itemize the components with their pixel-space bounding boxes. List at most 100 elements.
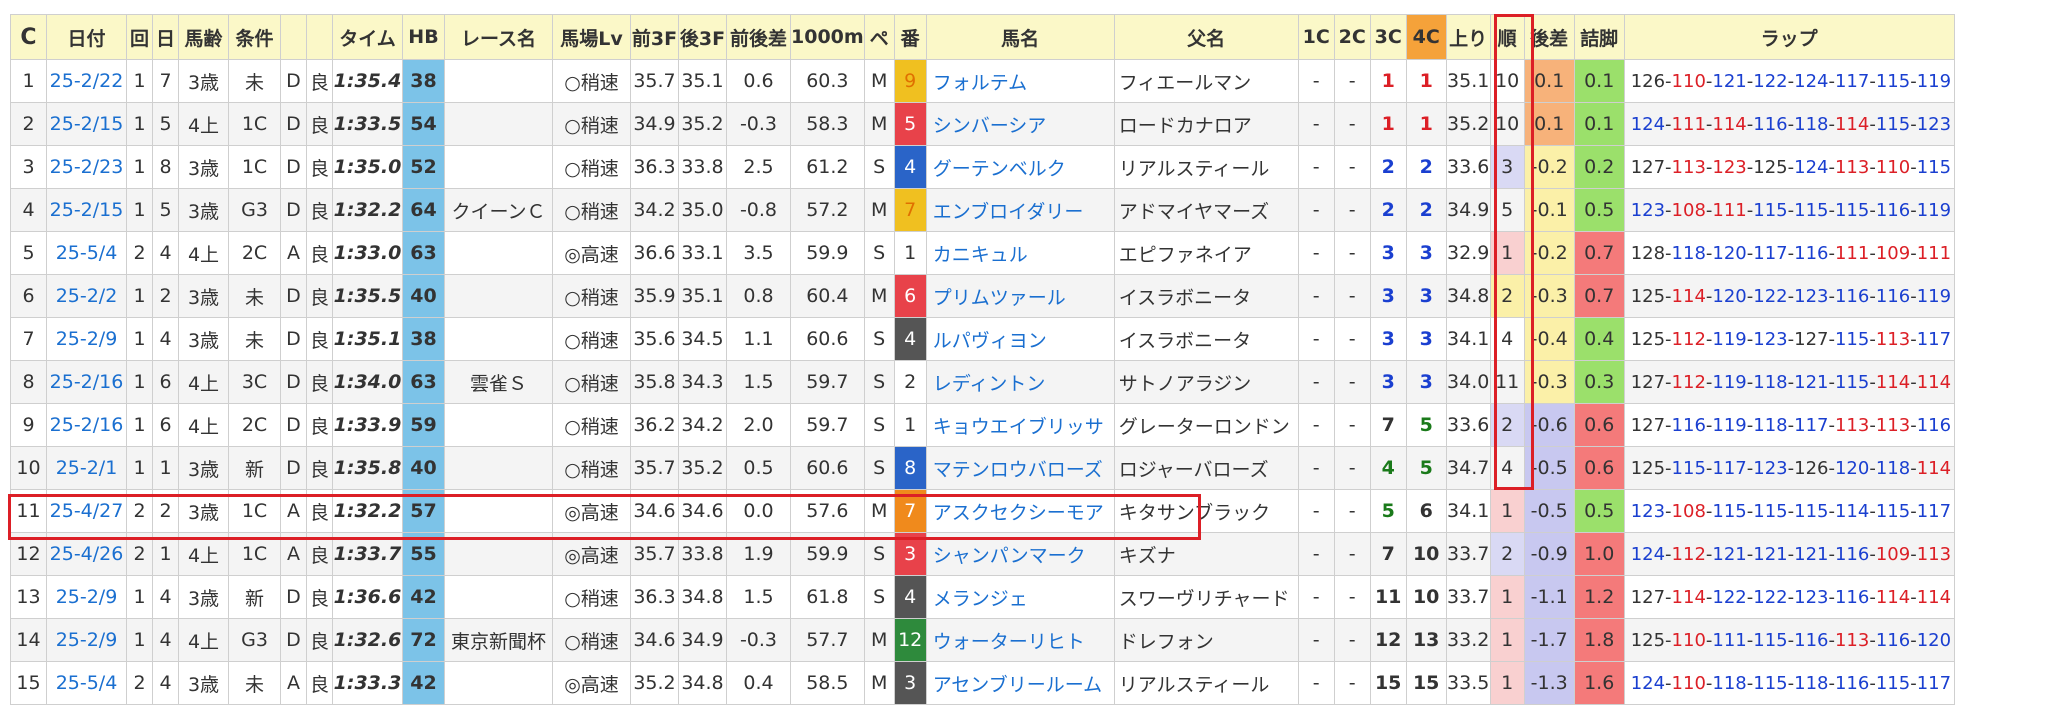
- header-margin[interactable]: 後差: [1523, 14, 1575, 60]
- header-last-3f[interactable]: 後3F: [678, 14, 727, 60]
- header-horse-name[interactable]: 馬名: [925, 14, 1115, 60]
- header-1c[interactable]: 1C: [1297, 14, 1335, 60]
- race-date-link-anchor[interactable]: 25-5/4: [56, 242, 118, 264]
- header-date[interactable]: 日付: [46, 14, 127, 60]
- header-day[interactable]: 日: [152, 14, 179, 60]
- horse-name-link-anchor[interactable]: ルパヴィヨン: [933, 330, 1047, 352]
- horse-name-link-anchor[interactable]: シャンパンマーク: [933, 545, 1086, 567]
- race-date-link-anchor[interactable]: 25-2/16: [50, 371, 124, 393]
- horse-name-link[interactable]: レディントン: [925, 360, 1115, 404]
- table-row[interactable]: 5 25-5/4 2 4 4上 2C A 良 1:33.0 63 ◎高速 36.6 33.1 3.5 59.…: [10, 231, 1955, 275]
- race-date-link[interactable]: 25-2/1: [46, 446, 127, 490]
- header-diff[interactable]: 前後差: [726, 14, 791, 60]
- horse-name-link-anchor[interactable]: レディントン: [933, 373, 1046, 395]
- horse-name-link-anchor[interactable]: カニキュル: [933, 244, 1028, 266]
- header-time[interactable]: タイム: [332, 14, 403, 60]
- horse-name-link[interactable]: マテンロウバローズ: [925, 446, 1115, 490]
- race-date-link-anchor[interactable]: 25-2/23: [50, 156, 124, 178]
- horse-name-link[interactable]: シャンパンマーク: [925, 532, 1115, 576]
- horse-name-link[interactable]: シンバーシア: [925, 102, 1115, 146]
- horse-name-link[interactable]: メランジェ: [925, 575, 1115, 619]
- race-date-link-anchor[interactable]: 25-2/15: [50, 113, 124, 135]
- race-date-link[interactable]: 25-2/22: [46, 59, 127, 103]
- table-row[interactable]: 1 25-2/22 1 7 3歳未 D 良 1:35.4 38 ○稍速 35.7 35.1 0.6 60.…: [10, 59, 1955, 103]
- table-row[interactable]: 13 25-2/9 1 4 3歳新 D 良 1:36.6 42 ○稍速 36.3 34.8 1.5 61.…: [10, 575, 1955, 619]
- race-date-link[interactable]: 25-2/23: [46, 145, 127, 189]
- race-date-link[interactable]: 25-2/16: [46, 403, 127, 447]
- horse-name-link-anchor[interactable]: プリムツァール: [933, 287, 1066, 309]
- table-row[interactable]: 10 25-2/1 1 1 3歳新 D 良 1:35.8 40 ○稍速 35.7 35.2 0.5 60.…: [10, 446, 1955, 490]
- horse-name-link-anchor[interactable]: エンブロイダリー: [933, 201, 1084, 223]
- horse-name-link[interactable]: エンブロイダリー: [925, 188, 1115, 232]
- race-date-link[interactable]: 25-2/2: [46, 274, 127, 318]
- race-date-link-anchor[interactable]: 25-2/9: [56, 629, 118, 651]
- horse-name-link[interactable]: グーテンベルク: [925, 145, 1115, 189]
- horse-name-link[interactable]: フォルテム: [925, 59, 1115, 103]
- header-hb[interactable]: HB: [402, 14, 445, 60]
- race-date-link[interactable]: 25-2/9: [46, 575, 127, 619]
- table-row[interactable]: 9 25-2/16 1 6 4上 2C D 良 1:33.9 59 ○稍速 36.2 34.2 2.0 59…: [10, 403, 1955, 447]
- table-row[interactable]: 4 25-2/15 1 5 3歳 G3 D 良 1:32.2 64 クイーンＣ ○稍速 34.2 35.0…: [10, 188, 1955, 232]
- header-4c[interactable]: 4C: [1405, 14, 1447, 60]
- header-lap[interactable]: ラップ: [1623, 14, 1955, 60]
- header-first-3f[interactable]: 前3F: [630, 14, 679, 60]
- table-row[interactable]: 6 25-2/2 1 2 3歳未 D 良 1:35.5 40 ○稍速 35.9 35.1 0.8 60.4…: [10, 274, 1955, 318]
- race-date-link[interactable]: 25-2/16: [46, 360, 127, 404]
- header-race-name[interactable]: レース名: [444, 14, 553, 60]
- header-2c[interactable]: 2C: [1333, 14, 1371, 60]
- horse-name-link[interactable]: プリムツァール: [925, 274, 1115, 318]
- horse-name-link-anchor[interactable]: キョウエイブリッサ: [933, 416, 1104, 438]
- table-row[interactable]: 15 25-5/4 2 4 3歳未 A 良 1:33.3 42 ◎高速 35.2 34.8 0.4 58.…: [10, 661, 1955, 705]
- header-condition[interactable]: 条件: [228, 14, 281, 60]
- race-date-link-anchor[interactable]: 25-4/27: [50, 500, 124, 522]
- horse-name-link[interactable]: ウォーターリヒト: [925, 618, 1115, 662]
- horse-name-link-anchor[interactable]: メランジェ: [933, 588, 1028, 610]
- race-date-link-anchor[interactable]: 25-2/16: [50, 414, 124, 436]
- horse-name-link-anchor[interactable]: マテンロウバローズ: [933, 459, 1103, 481]
- race-date-link-anchor[interactable]: 25-2/9: [56, 586, 118, 608]
- header-3c[interactable]: 3C: [1369, 14, 1407, 60]
- race-date-link-anchor[interactable]: 25-2/22: [50, 70, 124, 92]
- horse-name-link-anchor[interactable]: アセンブリールーム: [933, 674, 1102, 696]
- header-number[interactable]: 番: [893, 14, 927, 60]
- table-row[interactable]: 3 25-2/23 1 8 3歳 1C D 良 1:35.0 52 ○稍速 36.3 33.8 2.5 61…: [10, 145, 1955, 189]
- header-kai[interactable]: 回: [126, 14, 153, 60]
- table-row[interactable]: 7 25-2/9 1 4 3歳未 D 良 1:35.1 38 ○稍速 35.6 34.5 1.1 60.6…: [10, 317, 1955, 361]
- horse-name-link[interactable]: アセンブリールーム: [925, 661, 1115, 705]
- table-row[interactable]: 2 25-2/15 1 5 4上 1C D 良 1:33.5 54 ○稍速 34.9 35.2 -0.3 5…: [10, 102, 1955, 146]
- header-tsume[interactable]: 詰脚: [1573, 14, 1625, 60]
- table-row[interactable]: 14 25-2/9 1 4 4上 G3 D 良 1:32.6 72 東京新聞杯 ○稍速 34.6 34.9…: [10, 618, 1955, 662]
- header-1000m[interactable]: 1000m: [790, 14, 865, 60]
- race-date-link-anchor[interactable]: 25-2/2: [56, 285, 118, 307]
- header-sire[interactable]: 父名: [1113, 14, 1299, 60]
- race-date-link-anchor[interactable]: 25-2/1: [56, 457, 118, 479]
- race-date-link[interactable]: 25-5/4: [46, 661, 127, 705]
- race-date-link[interactable]: 25-2/15: [46, 102, 127, 146]
- table-row[interactable]: 8 25-2/16 1 6 4上 3C D 良 1:34.0 63 雲雀Ｓ ○稍速 35.8 34.3 1.…: [10, 360, 1955, 404]
- race-date-link[interactable]: 25-2/9: [46, 618, 127, 662]
- horse-name-link-anchor[interactable]: グーテンベルク: [933, 158, 1066, 180]
- header-pace[interactable]: ペ: [863, 14, 895, 60]
- horse-name-link[interactable]: キョウエイブリッサ: [925, 403, 1115, 447]
- header-rank[interactable]: 順: [1489, 14, 1525, 60]
- race-date-link[interactable]: 25-5/4: [46, 231, 127, 275]
- table-row[interactable]: 12 25-4/26 2 1 4上 1C A 良 1:33.7 55 ◎高速 35.7 33.8 1.9 5…: [10, 532, 1955, 576]
- race-date-link[interactable]: 25-2/9: [46, 317, 127, 361]
- race-date-link[interactable]: 25-4/27: [46, 489, 127, 533]
- horse-name-link-anchor[interactable]: ウォーターリヒト: [933, 631, 1085, 653]
- horse-name-link[interactable]: ルパヴィヨン: [925, 317, 1115, 361]
- header-age[interactable]: 馬齢: [178, 14, 229, 60]
- horse-name-link-anchor[interactable]: アスクセクシーモア: [933, 502, 1104, 524]
- race-date-link-anchor[interactable]: 25-4/26: [50, 543, 124, 565]
- race-date-link-anchor[interactable]: 25-5/4: [56, 672, 118, 694]
- race-date-link-anchor[interactable]: 25-2/15: [50, 199, 124, 221]
- horse-name-link[interactable]: アスクセクシーモア: [925, 489, 1115, 533]
- race-date-link-anchor[interactable]: 25-2/9: [56, 328, 118, 350]
- header-track-level[interactable]: 馬場Lv: [552, 14, 631, 60]
- header-agari[interactable]: 上り: [1445, 14, 1491, 60]
- refresh-icon[interactable]: C: [10, 14, 47, 60]
- horse-name-link-anchor[interactable]: シンバーシア: [933, 115, 1047, 137]
- horse-name-link-anchor[interactable]: フォルテム: [933, 72, 1027, 94]
- table-row[interactable]: 11 25-4/27 2 2 3歳 1C A 良 1:32.2 57 ◎高速 34.6 34.6 0.0 5…: [10, 489, 1955, 533]
- horse-name-link[interactable]: カニキュル: [925, 231, 1115, 275]
